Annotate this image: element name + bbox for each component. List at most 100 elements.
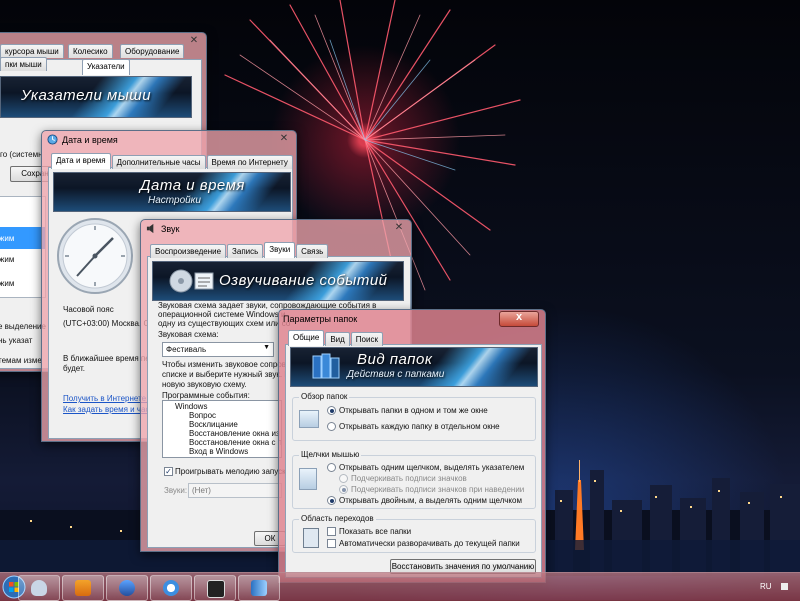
events-list[interactable]: Windows Вопрос Восклицание Восстановлени… <box>162 400 282 458</box>
radio-label: Открывать двойным, а выделять одним щелч… <box>339 496 522 505</box>
mouse-banner: Указатели мыши <box>0 76 192 118</box>
tab-view[interactable]: Вид <box>325 332 350 346</box>
selection-label: е выделение <box>0 322 46 331</box>
radio-label: Открывать каждую папку в отдельном окне <box>339 422 500 431</box>
navigation-pane-group: Область переходов Показать все папки Авт… <box>292 514 536 553</box>
show-all-folders-checkbox[interactable] <box>327 527 336 536</box>
folder-client: Общие Вид Поиск Вид папок Действия с пап… <box>285 330 542 578</box>
mouse-settings-icon <box>119 580 135 596</box>
tab-hardware[interactable]: Оборудование <box>120 44 185 58</box>
tab-buttons[interactable]: пки мыши <box>0 57 47 71</box>
tab-communications[interactable]: Связь <box>296 244 329 258</box>
language-indicator[interactable]: RU <box>760 582 772 591</box>
tab-additional-clocks[interactable]: Дополнительные часы <box>111 155 206 169</box>
datetime-banner: Дата и время Настройки <box>53 172 291 212</box>
description-line: одну из существующих схем или со <box>158 319 291 328</box>
tab-pointer-options[interactable]: курсора мыши <box>0 44 64 58</box>
folder-options-icon <box>251 580 267 596</box>
window-title: Параметры папок <box>283 314 358 324</box>
taskbar-button-media-player[interactable] <box>62 575 104 601</box>
startup-sound-label: Проигрывать мелодию запуска <box>175 467 291 476</box>
group-title: Обзор папок <box>299 392 350 401</box>
list-item[interactable]: Вход в Windows <box>189 447 248 456</box>
tab-pointers[interactable]: Указатели <box>82 59 130 75</box>
flag-icon[interactable] <box>781 583 788 590</box>
close-icon[interactable]: ✕ <box>392 223 406 233</box>
click-group: Щелчки мышью Открывать одним щелчком, вы… <box>292 450 536 509</box>
group-title: Щелчки мышью <box>299 450 362 459</box>
scheme-label: Звуковая схема: <box>158 330 219 339</box>
radio-label: Подчеркивать подписи значков при наведен… <box>351 485 525 494</box>
folder-view-icon <box>312 353 340 379</box>
taskbar-button-mouse-settings[interactable] <box>106 575 148 601</box>
timezone-label: Часовой пояс <box>63 305 114 314</box>
list-item[interactable]: Восклицание <box>189 420 238 429</box>
sounds-label: Звуки: <box>164 486 188 495</box>
tab-sounds[interactable]: Звуки <box>264 242 296 258</box>
startup-sound-checkbox[interactable]: ✓ <box>164 467 173 476</box>
checkbox-label: Показать все папки <box>339 527 412 536</box>
radio-underline-always[interactable] <box>339 474 348 483</box>
radio-single-click[interactable] <box>327 463 336 472</box>
tab-search[interactable]: Поиск <box>350 332 383 346</box>
close-button[interactable] <box>499 311 539 327</box>
list-item[interactable]: Вопрос <box>189 411 216 420</box>
taskbar-button-mouse[interactable] <box>18 575 60 601</box>
datetime-titlebar[interactable]: Дата и время ✕ <box>42 131 296 149</box>
mouse-icon <box>31 580 47 596</box>
media-player-icon <box>75 580 91 596</box>
sounds-value: (Нет) <box>192 486 211 495</box>
list-item[interactable]: жим <box>0 234 14 243</box>
change-text: Чтобы изменить звуковое сопрово <box>162 360 291 369</box>
banner-title: Дата и время <box>140 177 245 194</box>
list-item[interactable]: Восстановление окна с по <box>189 438 281 447</box>
folder-banner: Вид папок Действия с папками <box>290 347 538 387</box>
pointer-list[interactable]: жим жим жим <box>0 196 46 298</box>
description-line: операционной системе Windows и <box>158 310 286 319</box>
list-item[interactable]: Восстановление окна из з <box>189 429 281 438</box>
folder-titlebar[interactable]: Параметры папок <box>279 310 545 328</box>
list-item[interactable]: жим <box>0 255 14 264</box>
taskbar: RU <box>0 572 800 601</box>
tab-wheel[interactable]: Колесико <box>68 44 113 58</box>
auto-expand-checkbox[interactable] <box>327 539 336 548</box>
taskbar-button-datetime[interactable] <box>150 575 192 601</box>
sound-titlebar[interactable]: Звук ✕ <box>141 220 411 238</box>
radio-separate-window[interactable] <box>327 422 336 431</box>
group-title: Область переходов <box>299 514 376 523</box>
taskbar-button-folder-options[interactable] <box>238 575 280 601</box>
radio-label: Открывать папки в одном и том же окне <box>339 406 488 415</box>
cursor-icon <box>299 468 317 490</box>
tab-recording[interactable]: Запись <box>227 244 264 258</box>
scheme-value: Фестиваль <box>166 345 207 354</box>
radio-underline-hover[interactable] <box>339 485 348 494</box>
list-item[interactable]: Windows <box>175 402 207 411</box>
radio-label: Открывать одним щелчком, выделять указат… <box>339 463 525 472</box>
banner-subtitle: Действия с папками <box>347 369 445 380</box>
banner-title: Озвучивание событий <box>219 272 388 289</box>
sounds-select[interactable]: (Нет) <box>188 483 282 498</box>
tab-general[interactable]: Общие <box>288 330 325 346</box>
radio-same-window[interactable] <box>327 406 336 415</box>
taskbar-button-sound[interactable] <box>194 575 236 601</box>
analog-clock <box>57 218 133 294</box>
tab-internet-time[interactable]: Время по Интернету <box>206 155 293 169</box>
browse-folders-group: Обзор папок Открывать папки в одном и то… <box>292 392 536 441</box>
datetime-tabs: Дата и время Дополнительные часы Время п… <box>51 153 293 171</box>
banner-title: Вид папок <box>357 351 433 368</box>
close-icon[interactable]: ✕ <box>277 134 291 144</box>
tree-icon <box>303 528 319 548</box>
scheme-select[interactable]: Фестиваль ▼ <box>162 342 274 357</box>
folder-tabs: Общие Вид Поиск <box>288 330 383 348</box>
banner-title: Указатели мыши <box>21 87 152 104</box>
folder-options-window[interactable]: Параметры папок Общие Вид Поиск Вид папо… <box>278 309 546 583</box>
close-icon[interactable]: ✕ <box>187 36 201 46</box>
sound-icon <box>207 580 225 598</box>
change-text: новую звуковую схему. <box>162 380 247 389</box>
list-item[interactable]: жим <box>0 279 14 288</box>
scheme-value: го (системн <box>0 150 43 159</box>
tab-date-time[interactable]: Дата и время <box>51 153 111 169</box>
radio-double-click[interactable] <box>327 496 336 505</box>
tab-playback[interactable]: Воспроизведение <box>150 244 227 258</box>
window-title: Дата и время <box>62 135 118 145</box>
